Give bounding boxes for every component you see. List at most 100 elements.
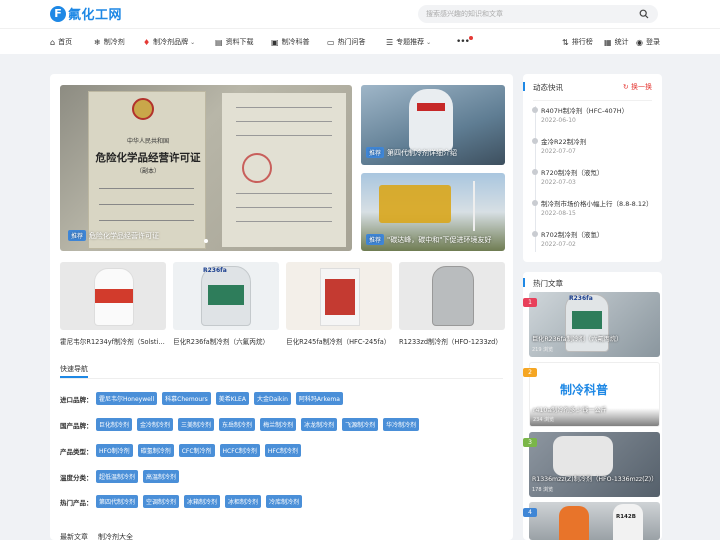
nav-item-downloads[interactable]: ▤ 资料下载 <box>215 37 254 47</box>
site-header: F 氟化工网 搜索感兴趣的知识和文章 <box>0 0 720 28</box>
news-item[interactable]: R702制冷剂（液氢） 2022-07-02 <box>541 229 603 248</box>
nav-item-refrigerant[interactable]: ❄ 制冷剂 <box>94 37 125 47</box>
main-nav: ⌂ 首页 ❄ 制冷剂 ♦ 制冷剂品牌 ⌄ ▤ 资料下载 ▣ 制冷科普 ▭ 热门问答 ☰ 专题推荐… <box>0 28 720 54</box>
cylinder-image <box>409 89 453 151</box>
search-placeholder: 搜索感兴趣的知识和文章 <box>426 10 503 18</box>
product-name: 巨化R236fa制冷剂（六氟丙烷） <box>173 338 270 346</box>
rank-badge: 4 <box>523 508 537 517</box>
nav-chip[interactable]: HCFC制冷剂 <box>219 444 260 457</box>
flame-icon: ♦ <box>143 37 151 47</box>
nav-chip[interactable]: 冷库制冷剂 <box>266 495 303 508</box>
timeline-dot <box>532 169 538 175</box>
row-label: 产品类型： <box>60 447 93 456</box>
hot-articles-panel: 热门文章 R236fa 巨化R236fa制冷剂（六氟丙烷） 219 浏览 1 制… <box>523 272 662 540</box>
hot-article-card[interactable]: R142B <box>529 502 660 540</box>
product-name: 巨化R245fa制冷剂（HFC-245fa） <box>286 338 391 346</box>
search-icon[interactable] <box>639 9 649 19</box>
nav-chip[interactable]: 高温制冷剂 <box>143 470 180 483</box>
product-name: 霍尼韦尔R1234yf制冷剂（Solstice yf） <box>60 338 166 346</box>
nav-item-brands[interactable]: ♦ 制冷剂品牌 ⌄ <box>143 37 195 47</box>
nav-chip[interactable]: 科慕Chemours <box>162 392 211 405</box>
site-logo[interactable]: F 氟化工网 <box>50 4 122 23</box>
product-card[interactable]: R236fa 巨化R236fa制冷剂（六氟丙烷） <box>173 262 279 346</box>
ranking-link[interactable]: ⇅ 排行榜 <box>562 37 593 47</box>
nav-chip[interactable]: 冰龙制冷剂 <box>301 418 338 431</box>
hot-article-views: 178 浏览 <box>532 487 554 493</box>
news-item[interactable]: 制冷剂市场价格小幅上行（8.8-8.12） 2022-08-15 <box>541 198 653 217</box>
nav-chip[interactable]: 冰箱制冷剂 <box>184 495 221 508</box>
chevron-down-icon: ⌄ <box>426 38 432 46</box>
news-item-title: R407H制冷剂（HFC-407H） <box>541 107 629 115</box>
search-input[interactable]: 搜索感兴趣的知识和文章 <box>418 5 658 23</box>
notification-dot <box>468 36 473 40</box>
nav-chip[interactable]: 华冷制冷剂 <box>383 418 420 431</box>
carousel-dot[interactable] <box>204 239 208 243</box>
feature-tile[interactable]: 推荐 "碳达峰，碳中和"下促进环境友好 <box>361 173 505 251</box>
product-image <box>399 262 505 330</box>
home-icon: ⌂ <box>50 37 56 47</box>
product-card[interactable]: 霍尼韦尔R1234yf制冷剂（Solstice yf） <box>60 262 166 346</box>
nav-chip[interactable]: HFO制冷剂 <box>96 444 133 457</box>
nav-item-qa[interactable]: ▭ 热门问答 <box>327 37 366 47</box>
quick-nav-title: 快速导航 <box>60 365 88 373</box>
carousel-slide[interactable]: 中华人民共和国 危险化学品经营许可证 （副本） 推荐 危险化学品经营许可证 <box>60 85 352 251</box>
row-label: 温度分类： <box>60 473 93 482</box>
more-menu-button[interactable]: ••• <box>456 36 473 47</box>
nav-chip[interactable]: 第四代制冷剂 <box>96 495 139 508</box>
nav-chip[interactable]: 超低温制冷剂 <box>96 470 139 483</box>
hot-article-title: r410a制冷剂多少钱一公斤 <box>533 407 607 414</box>
nav-chip[interactable]: 冰柜制冷剂 <box>225 495 262 508</box>
nav-chip[interactable]: 三美制冷剂 <box>178 418 215 431</box>
login-label: 登录 <box>645 38 660 46</box>
nav-item-science[interactable]: ▣ 制冷科普 <box>271 37 310 47</box>
news-item[interactable]: R720制冷剂（液氖） 2022-07-03 <box>541 167 603 186</box>
nav-chip[interactable]: 梅兰制冷剂 <box>260 418 297 431</box>
nav-label: 首页 <box>58 38 73 46</box>
hot-article-card[interactable]: R1336mzz(Z)制冷剂（HFO-1336mzz(Z)） 178 浏览 <box>529 432 660 497</box>
nav-chip[interactable]: HFC制冷剂 <box>264 444 302 457</box>
login-link[interactable]: ◉ 登录 <box>636 37 660 47</box>
nav-label: 制冷剂 <box>103 38 125 46</box>
rank-badge: 2 <box>523 368 537 377</box>
hot-article-title: R1336mzz(Z)制冷剂（HFO-1336mzz(Z)） <box>532 476 658 483</box>
product-card[interactable]: R1233zd制冷剂（HFO-1233zd） <box>399 262 505 346</box>
news-item-date: 2022-07-03 <box>541 179 576 186</box>
nav-item-home[interactable]: ⌂ 首页 <box>50 37 72 47</box>
news-item[interactable]: 金冷R22制冷剂 2022-07-07 <box>541 136 586 155</box>
row-label: 热门产品： <box>60 498 93 507</box>
quick-nav-row: 产品类型： HFO制冷剂 碳氢制冷剂 CFC制冷剂 HCFC制冷剂 HFC制冷剂 <box>60 444 306 457</box>
feature-tile[interactable]: 推荐 第四代制冷剂详细介绍 <box>361 85 505 165</box>
refresh-button[interactable]: ↻ 换一换 <box>623 82 652 92</box>
nav-chip[interactable]: 碳氢制冷剂 <box>137 444 174 457</box>
nav-chip[interactable]: 霍尼韦尔Honeywell <box>96 392 158 405</box>
nav-chip[interactable]: 美希KLEA <box>215 392 249 405</box>
nav-chip[interactable]: 大金Daikin <box>253 392 291 405</box>
news-item-date: 2022-06-10 <box>541 117 576 124</box>
license-page-image <box>222 93 346 247</box>
stats-link[interactable]: ▦ 统计 <box>604 37 629 47</box>
product-card[interactable]: 巨化R245fa制冷剂（HFC-245fa） <box>286 262 392 346</box>
nav-chip[interactable]: 巨化制冷剂 <box>96 418 133 431</box>
hot-article-card[interactable]: R236fa 巨化R236fa制冷剂（六氟丙烷） 219 浏览 <box>529 292 660 357</box>
cert-country: 中华人民共和国 <box>126 138 169 145</box>
carousel-caption[interactable]: 推荐 危险化学品经营许可证 <box>68 230 159 241</box>
tab-latest-articles[interactable]: 最新文章 <box>60 532 88 540</box>
hot-article-title: 巨化R236fa制冷剂（六氟丙烷） <box>532 336 623 343</box>
nav-item-topics[interactable]: ☰ 专题推荐 ⌄ <box>386 37 431 47</box>
hot-article-card[interactable]: 制冷科普 r410a制冷剂多少钱一公斤 234 浏览 <box>529 362 660 427</box>
news-item[interactable]: R407H制冷剂（HFC-407H） 2022-06-10 <box>541 105 628 124</box>
snowflake-icon: ❄ <box>94 37 101 47</box>
nav-chip[interactable]: CFC制冷剂 <box>178 444 215 457</box>
timeline-dot <box>532 231 538 237</box>
product-label: R236fa <box>203 267 227 274</box>
nav-chip[interactable]: 阿科玛Arkema <box>295 392 343 405</box>
nav-chip[interactable]: 东岳制冷剂 <box>219 418 256 431</box>
nav-chip[interactable]: 金冷制冷剂 <box>137 418 174 431</box>
nav-label: 专题推荐 <box>396 38 425 46</box>
nav-chip[interactable]: 飞源制冷剂 <box>342 418 379 431</box>
news-item-title: R702制冷剂（液氢） <box>541 231 604 239</box>
ranking-label: 排行榜 <box>571 38 593 46</box>
nav-chip[interactable]: 空调制冷剂 <box>143 495 180 508</box>
tab-refrigerant-list[interactable]: 制冷剂大全 <box>98 532 133 540</box>
product-image <box>286 262 392 330</box>
